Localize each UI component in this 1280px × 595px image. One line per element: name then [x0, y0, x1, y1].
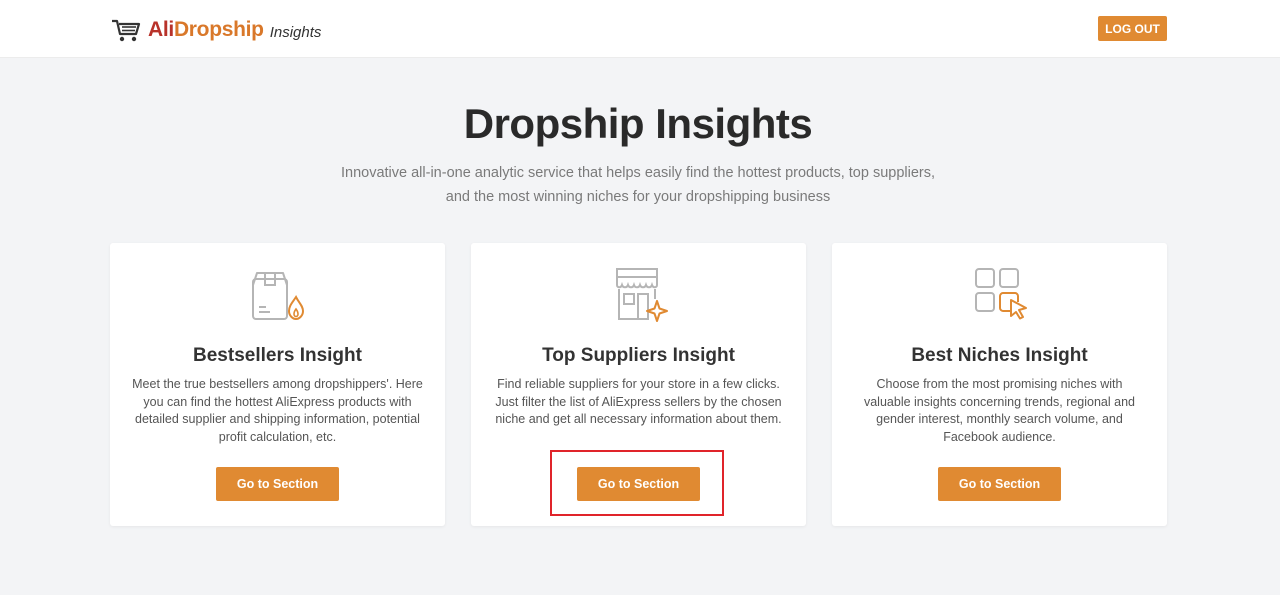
logout-button[interactable]: LOG OUT — [1098, 16, 1167, 41]
page-title: Dropship Insights — [463, 100, 813, 147]
best-niches-card: Best Niches Insight Choose from the most… — [832, 243, 1167, 526]
cart-icon — [112, 19, 141, 42]
card-title: Bestsellers Insight — [193, 345, 362, 366]
logo-text-dropship: Dropship — [173, 18, 264, 41]
card-description: Find reliable suppliers for your store i… — [495, 377, 782, 426]
logo[interactable]: Ali Dropship Insights — [110, 16, 321, 44]
card-description: Meet the true bestsellers among dropship… — [132, 377, 423, 444]
bestsellers-card: Bestsellers Insight Meet the true bestse… — [110, 243, 445, 526]
highlight-box — [550, 450, 724, 516]
card-description: Choose from the most promising niches wi… — [863, 377, 1135, 444]
box-fire-icon — [252, 272, 305, 321]
card-title: Best Niches Insight — [911, 345, 1088, 366]
go-to-best-niches-button[interactable]: Go to Section — [938, 467, 1061, 501]
card-title: Top Suppliers Insight — [542, 345, 735, 366]
grid-cursor-icon — [975, 268, 1027, 320]
top-navbar: Ali Dropship Insights LOG OUT — [0, 0, 1280, 58]
logo-text-ali: Ali — [148, 18, 174, 41]
logo-text-insights: Insights — [269, 23, 322, 41]
go-to-bestsellers-button[interactable]: Go to Section — [216, 467, 339, 501]
store-sparkle-icon — [616, 268, 668, 322]
page-subtitle: Innovative all-in-one analytic service t… — [340, 165, 936, 205]
